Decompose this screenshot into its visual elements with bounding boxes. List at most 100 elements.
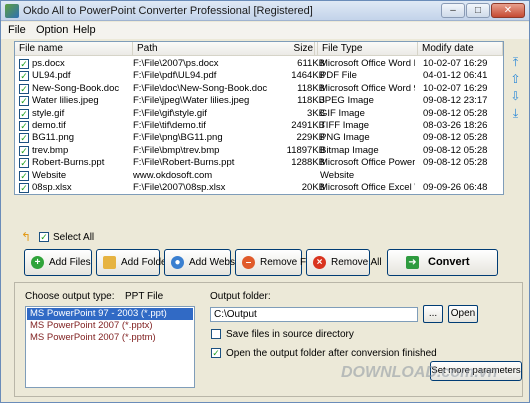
add-folder-label: Add Folder — [121, 257, 170, 268]
cell-path: www.okdosoft.com — [133, 169, 213, 181]
cell-size: 3KB — [307, 107, 325, 119]
row-checkbox[interactable]: ✓ — [19, 96, 29, 107]
row-checkbox[interactable]: ✓ — [19, 183, 29, 193]
table-row[interactable]: ✓ Robert-Burns.ppt F:\File\Robert-Burns.pp… — [15, 157, 503, 169]
table-row[interactable]: ✓ Water lilies.jpeg F:\File\jpeg\Water lil… — [15, 95, 503, 107]
output-folder-label: Output folder: — [210, 291, 271, 302]
format-item[interactable]: MS PowerPoint 2007 (*.pptx) — [27, 320, 193, 332]
column-header-date[interactable]: Modify date — [418, 42, 503, 56]
select-all-checkbox[interactable]: ✓ — [39, 232, 49, 242]
remove-all-icon: × — [313, 256, 326, 269]
cell-type: Microsoft Office Word D... — [320, 58, 415, 69]
cell-date: 10-02-07 16:29 — [423, 82, 488, 94]
cell-type: Microsoft Office Excel W... — [320, 182, 415, 193]
window-title: Okdo All to PowerPoint Converter Profess… — [23, 5, 313, 17]
table-row[interactable]: ✓ demo.tif F:\File\tif\demo.tif 2491KB TIFF … — [15, 120, 503, 132]
minus-icon: – — [242, 256, 255, 269]
add-folder-button[interactable]: Add Folder — [96, 249, 170, 276]
row-checkbox[interactable]: ✓ — [19, 59, 29, 69]
cell-name: Website — [32, 169, 67, 181]
cell-type: PNG Image — [320, 132, 370, 144]
move-bottom-icon[interactable]: ⤓ — [509, 107, 522, 120]
maximize-button[interactable]: □ — [466, 3, 490, 18]
open-button[interactable]: Open — [448, 305, 478, 323]
cell-size: 1464KB — [291, 70, 325, 82]
table-row[interactable]: ✓ New-Song-Book.doc F:\File\doc\New-Song-B… — [15, 83, 503, 95]
column-header-type[interactable]: File Type — [318, 42, 418, 56]
cell-date: 09-08-12 05:28 — [423, 132, 488, 144]
file-list[interactable]: File name Path Size File Type Modify dat… — [14, 41, 504, 195]
row-checkbox[interactable]: ✓ — [19, 158, 29, 169]
format-item[interactable]: MS PowerPoint 97 - 2003 (*.ppt) — [27, 308, 193, 320]
add-files-button[interactable]: + Add Files — [24, 249, 92, 276]
convert-button[interactable]: ➜ Convert — [387, 249, 498, 276]
menu-help[interactable]: Help — [73, 24, 96, 36]
cell-date: 09-08-12 05:28 — [423, 157, 488, 169]
cell-name: Water lilies.jpeg — [32, 95, 99, 107]
table-row[interactable]: ✓ BG11.png F:\File\png\BG11.png 229KB PNG Im… — [15, 132, 503, 144]
minimize-button[interactable]: – — [441, 3, 465, 18]
table-row[interactable]: ✓ style.gif F:\File\gif\style.gif 3KB GIF Im… — [15, 108, 503, 120]
row-checkbox[interactable]: ✓ — [19, 145, 29, 156]
table-row[interactable]: ✓ UL94.pdf F:\File\pdf\UL94.pdf 1464KB PDF F… — [15, 70, 503, 82]
table-row[interactable]: ✓ 08sp.xlsx F:\File\2007\08sp.xlsx 20KB Micr… — [15, 182, 503, 194]
plus-icon: + — [31, 256, 44, 269]
remove-all-button[interactable]: × Remove All — [306, 249, 382, 276]
up-folder-icon[interactable]: ↰ — [21, 231, 33, 243]
open-after-label: Open the output folder after conversion … — [226, 348, 437, 359]
remove-file-button[interactable]: – Remove File — [235, 249, 316, 276]
menu-file[interactable]: File — [8, 24, 26, 36]
cell-type: Website — [320, 169, 355, 181]
cell-date: 08-03-26 18:26 — [423, 120, 488, 131]
cell-name: trev.bmp — [32, 144, 69, 156]
move-top-icon[interactable]: ⤒ — [509, 56, 522, 69]
cell-type: Microsoft Office PowerP... — [320, 157, 415, 169]
row-checkbox[interactable]: ✓ — [19, 121, 29, 131]
cell-type: GIF Image — [320, 107, 365, 119]
save-in-source-checkbox[interactable] — [211, 329, 221, 339]
table-row[interactable]: ✓ Website www.okdosoft.com Website — [15, 170, 503, 182]
main-window: Okdo All to PowerPoint Converter Profess… — [0, 0, 530, 403]
add-website-button[interactable]: ● Add Website — [164, 249, 246, 276]
title-bar: Okdo All to PowerPoint Converter Profess… — [1, 1, 529, 21]
close-button[interactable]: ✕ — [491, 3, 525, 18]
column-header-name[interactable]: File name — [15, 42, 133, 56]
open-after-checkbox[interactable]: ✓ — [211, 348, 221, 358]
table-row[interactable]: ✓ ps.docx F:\File\2007\ps.docx 611KB Microso… — [15, 58, 503, 70]
move-down-icon[interactable]: ⇩ — [509, 90, 522, 103]
format-item[interactable]: MS PowerPoint 2007 (*.pptm) — [27, 332, 193, 344]
column-header-size[interactable]: Size — [270, 42, 318, 56]
output-folder-input[interactable]: C:\Output — [210, 307, 418, 322]
cell-type: PDF File — [320, 70, 357, 82]
cell-name: UL94.pdf — [32, 70, 71, 82]
cell-date: 09-09-26 06:48 — [423, 182, 488, 193]
row-checkbox[interactable]: ✓ — [19, 71, 29, 82]
table-row[interactable]: ✓ trev.bmp F:\File\bmp\trev.bmp 11897KB Bitm… — [15, 145, 503, 157]
cell-date: 09-08-12 05:28 — [423, 144, 488, 156]
cell-type: JPEG Image — [320, 95, 374, 107]
cell-type: TIFF Image — [320, 120, 370, 131]
browse-button[interactable]: ... — [423, 305, 443, 323]
row-checkbox[interactable]: ✓ — [19, 170, 29, 181]
output-format-list[interactable]: MS PowerPoint 97 - 2003 (*.ppt) MS Power… — [25, 306, 195, 388]
row-checkbox[interactable]: ✓ — [19, 133, 29, 144]
folder-icon — [103, 256, 116, 269]
add-files-label: Add Files — [49, 257, 91, 268]
row-checkbox[interactable]: ✓ — [19, 83, 29, 94]
cell-name: style.gif — [32, 107, 65, 119]
cell-name: Robert-Burns.ppt — [32, 157, 105, 169]
cell-size: 611KB — [297, 58, 325, 69]
cell-date: 09-08-12 05:28 — [423, 107, 488, 119]
cell-size: 118KB — [297, 95, 325, 107]
menu-option[interactable]: Option — [36, 24, 68, 36]
output-type-label: Choose output type: — [25, 291, 115, 302]
move-up-icon[interactable]: ⇧ — [509, 73, 522, 86]
cell-size: 20KB — [301, 182, 325, 193]
cell-size: 11897KB — [286, 144, 325, 156]
cell-name: demo.tif — [32, 120, 66, 131]
output-type-value: PPT File — [125, 291, 164, 302]
cell-name: New-Song-Book.doc — [32, 82, 120, 94]
remove-all-label: Remove All — [331, 257, 382, 268]
globe-icon: ● — [171, 256, 184, 269]
row-checkbox[interactable]: ✓ — [19, 108, 29, 119]
